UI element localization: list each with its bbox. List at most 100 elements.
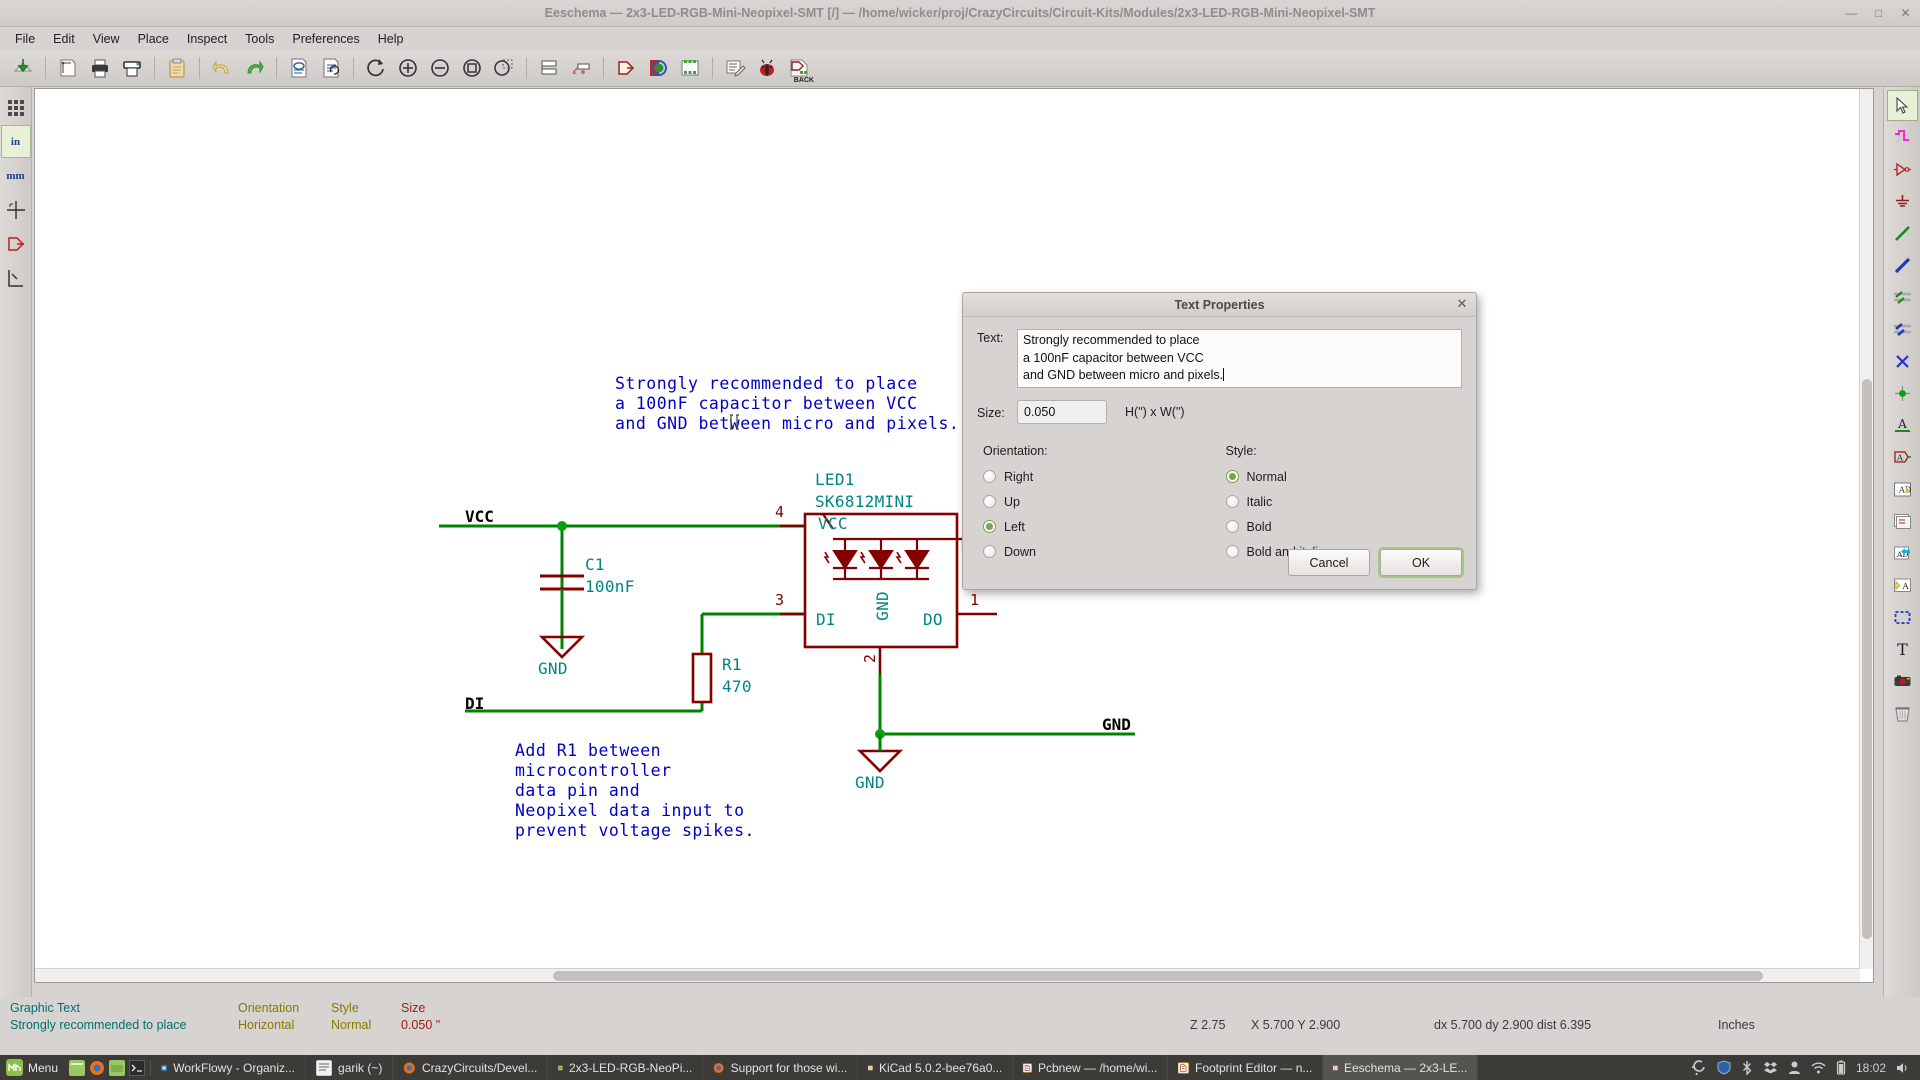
zoom-out-icon[interactable]	[425, 53, 455, 83]
size-input[interactable]: 0.050	[1017, 400, 1107, 424]
print-icon[interactable]	[85, 53, 115, 83]
launcher-terminal-icon[interactable]	[129, 1059, 146, 1076]
cursor-shape-icon[interactable]	[1, 193, 31, 226]
menu-edit[interactable]: Edit	[44, 29, 84, 49]
place-bus-tool[interactable]	[1887, 250, 1918, 281]
schematic-canvas[interactable]: VCC DI GND C1 100nF R1 470 LED1 SK6812MI…	[35, 89, 1860, 969]
minimize-button[interactable]: —	[1845, 7, 1858, 20]
taskbar-window-crazycircuits[interactable]: CrazyCircuits/Devel...	[393, 1055, 549, 1080]
style-radio-normal[interactable]: Normal	[1220, 464, 1463, 489]
place-wire-to-bus-entry-tool[interactable]	[1887, 282, 1918, 313]
component-ref-led1[interactable]: LED1	[815, 470, 855, 489]
zoom-area-icon[interactable]	[489, 53, 519, 83]
ok-button[interactable]: OK	[1380, 549, 1462, 576]
bus-wire-entry-icon[interactable]	[1, 261, 31, 294]
pcbnew-icon[interactable]: BACK	[784, 53, 814, 84]
text-input[interactable]: Strongly recommended to place a 100nF ca…	[1017, 329, 1462, 388]
redo-icon[interactable]	[239, 53, 269, 83]
refresh-icon[interactable]	[361, 53, 391, 83]
menu-file[interactable]: File	[6, 29, 44, 49]
cvpcb-icon[interactable]	[752, 53, 782, 83]
netlist-icon[interactable]	[675, 53, 705, 83]
net-label-gnd-right[interactable]: GND	[1102, 715, 1131, 734]
menu-preferences[interactable]: Preferences	[283, 29, 368, 49]
component-ref-c1[interactable]: C1	[585, 555, 605, 574]
launcher-firefox-icon[interactable]	[89, 1060, 105, 1076]
place-symbol-tool[interactable]	[1887, 154, 1918, 185]
place-junction-tool[interactable]	[1887, 378, 1918, 409]
horizontal-scrollbar[interactable]	[35, 968, 1860, 982]
orientation-radio-right[interactable]: Right	[977, 464, 1220, 489]
place-graphic-box-tool[interactable]	[1887, 602, 1918, 633]
tray-network-icon[interactable]	[1811, 1060, 1826, 1075]
component-ref-r1[interactable]: R1	[722, 655, 742, 674]
text-properties-dialog[interactable]: Text Properties ✕ Text: Strongly recomme…	[962, 292, 1477, 590]
zoom-in-icon[interactable]	[393, 53, 423, 83]
place-net-label-tool[interactable]: A	[1887, 410, 1918, 441]
tray-dropbox-icon[interactable]	[1763, 1060, 1778, 1075]
tray-user-icon[interactable]	[1788, 1060, 1801, 1075]
orientation-radio-down[interactable]: Down	[977, 539, 1220, 564]
schematic-note-resistor[interactable]: Add R1 between microcontroller data pin …	[515, 741, 755, 841]
style-radio-italic[interactable]: Italic	[1220, 489, 1463, 514]
undo-icon[interactable]	[207, 53, 237, 83]
taskbar-window-garik[interactable]: garik (~)	[306, 1055, 394, 1080]
net-label-vcc[interactable]: VCC	[465, 507, 494, 526]
tray-updates-icon[interactable]	[1691, 1060, 1707, 1075]
delete-tool[interactable]	[1887, 698, 1918, 729]
find-replace-icon[interactable]	[316, 53, 346, 83]
dialog-close-icon[interactable]: ✕	[1455, 297, 1469, 311]
toggle-grid-icon[interactable]	[1, 91, 31, 124]
place-text-tool[interactable]: T	[1887, 634, 1918, 665]
menu-view[interactable]: View	[84, 29, 129, 49]
plot-icon[interactable]	[117, 53, 147, 83]
units-mm-button[interactable]: mm	[1, 159, 31, 192]
close-button[interactable]: ✕	[1899, 7, 1912, 20]
paste-icon[interactable]	[162, 53, 192, 83]
new-sheet-icon[interactable]	[8, 53, 38, 83]
place-hierarchical-label-tool[interactable]: AD	[1887, 474, 1918, 505]
tray-shield-icon[interactable]	[1717, 1060, 1731, 1075]
taskbar-window-module-folder[interactable]: 2x3-LED-RGB-NeoPi...	[548, 1055, 704, 1080]
cancel-button[interactable]: Cancel	[1288, 549, 1370, 576]
menu-tools[interactable]: Tools	[236, 29, 283, 49]
tray-battery-icon[interactable]	[1836, 1060, 1846, 1075]
net-label-di[interactable]: DI	[465, 694, 484, 713]
leave-sheet-icon[interactable]	[566, 53, 596, 83]
taskbar-window-workflowy[interactable]: WorkFlowy - Organiz...	[151, 1055, 307, 1080]
vertical-scroll-thumb[interactable]	[1862, 379, 1872, 939]
taskbar-clock[interactable]: 18:02	[1856, 1061, 1886, 1075]
orientation-radio-left[interactable]: Left	[977, 514, 1220, 539]
menu-place[interactable]: Place	[129, 29, 178, 49]
erc-icon[interactable]	[643, 53, 673, 83]
horizontal-scroll-thumb[interactable]	[553, 971, 1763, 981]
place-wire-tool[interactable]	[1887, 218, 1918, 249]
vertical-scrollbar[interactable]	[1859, 89, 1873, 969]
menu-help[interactable]: Help	[369, 29, 413, 49]
import-sheet-pin-tool[interactable]: AD	[1887, 538, 1918, 569]
tray-volume-icon[interactable]	[1896, 1061, 1910, 1075]
power-port-gnd-led[interactable]: GND	[855, 773, 885, 792]
power-port-gnd-c1[interactable]: GND	[538, 659, 568, 678]
place-sheet-pin-tool[interactable]: A	[1887, 570, 1918, 601]
place-no-connect-tool[interactable]	[1887, 346, 1918, 377]
taskbar-window-pcbnew[interactable]: Pcbnew — /home/wi...	[1013, 1055, 1169, 1080]
hidden-pins-icon[interactable]	[1, 227, 31, 260]
taskbar-menu-button[interactable]: Menu	[0, 1055, 64, 1080]
menu-inspect[interactable]: Inspect	[178, 29, 236, 49]
taskbar-window-eeschema[interactable]: Eeschema — 2x3-LE...	[1323, 1055, 1479, 1080]
style-radio-bold[interactable]: Bold	[1220, 514, 1463, 539]
launcher-filemanager-icon[interactable]	[109, 1059, 126, 1076]
place-power-port-tool[interactable]	[1887, 186, 1918, 217]
tray-bluetooth-icon[interactable]	[1741, 1060, 1753, 1075]
place-hierarchical-sheet-tool[interactable]	[1887, 506, 1918, 537]
page-settings-icon[interactable]	[53, 53, 83, 83]
schematic-note-capacitor[interactable]: Strongly recommended to place a 100nF ca…	[615, 374, 959, 434]
orientation-radio-up[interactable]: Up	[977, 489, 1220, 514]
component-value-r1[interactable]: 470	[722, 677, 752, 696]
component-value-led1[interactable]: SK6812MINI	[815, 492, 914, 511]
maximize-button[interactable]: □	[1872, 7, 1885, 20]
place-image-tool[interactable]	[1887, 666, 1918, 697]
hierarchy-icon[interactable]	[534, 53, 564, 83]
place-hierarchical-pin-tool[interactable]	[1887, 122, 1918, 153]
